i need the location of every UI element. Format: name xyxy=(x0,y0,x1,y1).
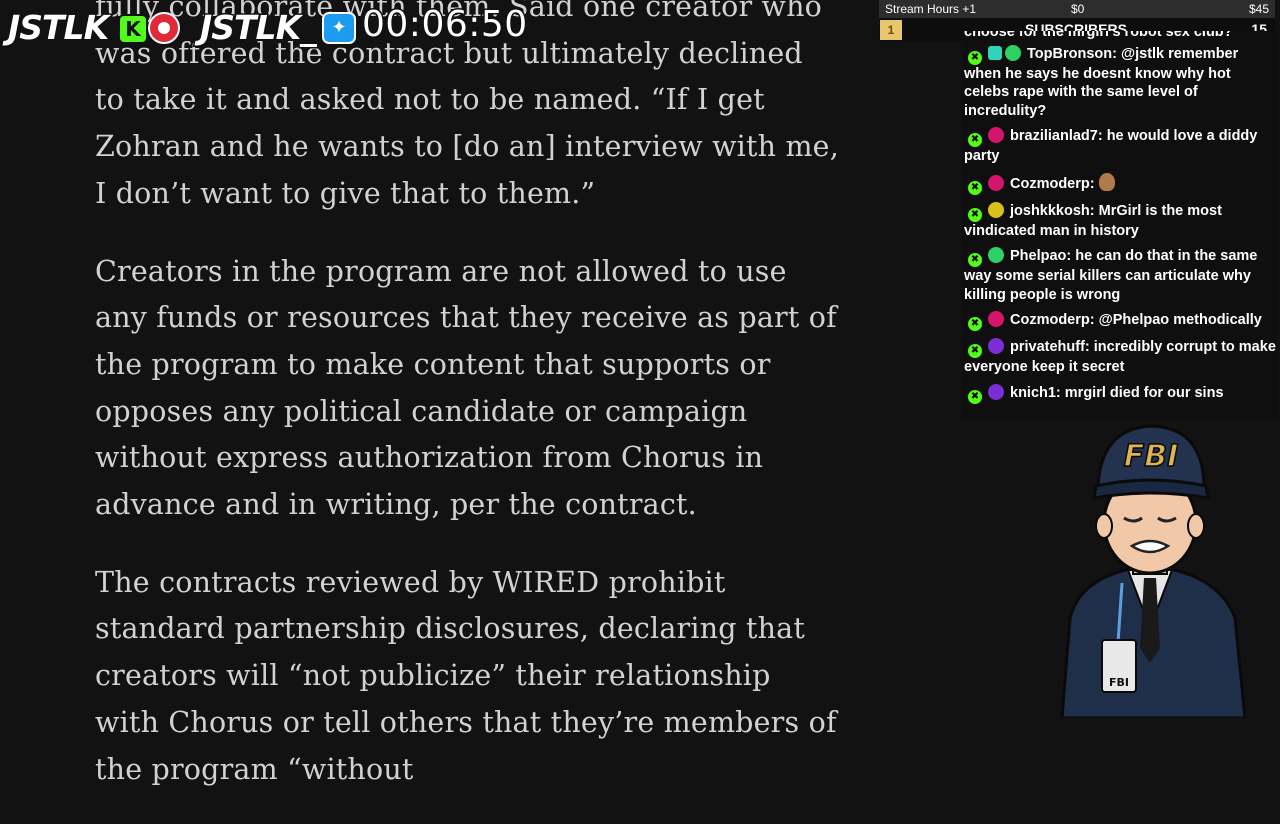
user-badge-icon xyxy=(988,247,1004,263)
subscriber-count: 1 xyxy=(880,20,902,40)
kick-badge-icon: ✖ xyxy=(968,317,982,331)
user-badge-icon xyxy=(1005,44,1021,61)
chat-message: ✖ brazilianlad7: he would love a diddy pa… xyxy=(962,124,1278,170)
chat-text: mrgirl died for our sins xyxy=(1060,384,1224,401)
kick-badge-icon: ✖ xyxy=(968,253,982,267)
chat-message-cutoff: choose for the mrgirl's robot sex club? xyxy=(964,31,1233,40)
user-badge-icon xyxy=(988,383,1004,400)
user-badge-icon xyxy=(988,338,1004,354)
chat-username[interactable]: privatehuff: xyxy=(1010,339,1090,355)
chat-username[interactable]: brazilianlad7: xyxy=(1010,128,1103,144)
kick-badge-icon: ✖ xyxy=(968,50,982,65)
article-paragraph: The contracts reviewed by WIRED prohibit… xyxy=(95,565,837,786)
chat-text: @Phelpao methodically xyxy=(1094,312,1262,328)
chat-message: ✖ knich1: mrgirl died for our sins xyxy=(962,381,1278,408)
user-badge-icon xyxy=(988,201,1004,218)
article-paragraph: Creators in the program are not allowed … xyxy=(95,254,837,522)
user-badge-icon xyxy=(988,127,1004,143)
chat-username[interactable]: TopBronson: xyxy=(1027,46,1117,62)
chat-message: ✖ privatehuff: incredibly corrupt to make… xyxy=(962,335,1278,381)
mouth xyxy=(1129,539,1171,554)
stream-timer: 00:06:50 xyxy=(361,3,529,47)
chat-message: ✖ TopBronson: @jstlk remember when he say… xyxy=(962,42,1278,125)
kick-badge-icon: ✖ xyxy=(968,207,982,222)
stats-row-hours: Stream Hours +1 $0 $45 xyxy=(879,0,1275,18)
record-icon xyxy=(148,12,180,44)
chat-username[interactable]: Phelpao: xyxy=(1010,248,1071,264)
brand-logo-right: JSTLK_ xyxy=(199,7,319,49)
stream-overlay-top: JSTLK K JSTLK_ ✦ 00:06:50 xyxy=(0,0,540,49)
kick-badge-icon: ✖ xyxy=(968,133,982,147)
chat-message: ✖ Phelpao: he can do that in the same way… xyxy=(962,244,1278,308)
sub-money-value: $0 xyxy=(1071,2,1085,16)
chat-text: he can do that in the same way some seri… xyxy=(964,248,1258,303)
kick-icon: K xyxy=(118,14,148,44)
cap-text: FBI xyxy=(1124,439,1179,474)
chat-username[interactable]: Cozmoderp: xyxy=(1010,176,1095,192)
user-badge-icon xyxy=(988,311,1004,327)
chat-text: he would love a diddy party xyxy=(964,128,1258,164)
kick-badge-icon: ✖ xyxy=(968,344,982,358)
brand-logo-left: JSTLK xyxy=(6,7,110,49)
chat-username[interactable]: Cozmoderp: xyxy=(1010,312,1095,328)
fbi-agent-avatar: FBI FBI xyxy=(1060,424,1247,718)
chat-message: ✖ joshkkkosh: MrGirl is the most vindicat… xyxy=(962,199,1278,245)
chat-username[interactable]: knich1: xyxy=(1010,385,1061,401)
chat-message-list: ✖ TopBronson: @jstlk remember when he say… xyxy=(962,42,1278,408)
chat-message: ✖ Cozmoderp: @Phelpao methodically xyxy=(962,308,1278,335)
chat-panel: choose for the mrgirl's robot sex club? … xyxy=(962,31,1278,419)
emote-icon xyxy=(1098,172,1115,191)
money-value: $45 xyxy=(1248,2,1269,16)
user-badge-icon xyxy=(988,174,1004,191)
article-body: fully collaborate with them. Said one cr… xyxy=(95,0,840,824)
chat-message: ✖ Cozmoderp: xyxy=(962,170,1278,199)
kick-badge-icon: ✖ xyxy=(968,389,982,404)
twitter-icon: ✦ xyxy=(322,12,356,44)
kick-badge-icon: ✖ xyxy=(968,180,982,195)
chat-username[interactable]: joshkkkosh: xyxy=(1010,203,1095,219)
subscriber-badge-icon xyxy=(988,45,1002,60)
id-badge-text: FBI xyxy=(1109,676,1129,689)
